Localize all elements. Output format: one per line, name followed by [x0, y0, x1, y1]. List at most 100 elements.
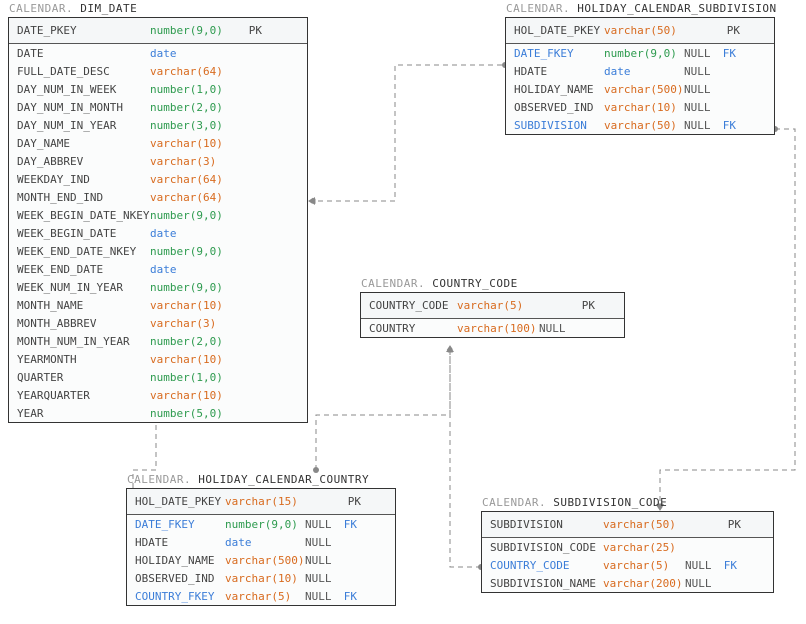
table-row: MONTH_ABBREVvarchar(3): [9, 314, 307, 332]
column-type: number(3,0): [150, 119, 240, 132]
column-name: SUBDIVISION_NAME: [490, 577, 603, 590]
column-null: NULL: [539, 322, 573, 335]
table-row: YEARQUARTERvarchar(10): [9, 386, 307, 404]
column-name: DAY_NUM_IN_YEAR: [17, 119, 150, 132]
table-hol-country: HOL_DATE_PKEY varchar(15) PK DATE_FKEYnu…: [126, 488, 396, 606]
column-null: NULL: [685, 559, 719, 572]
column-name: SUBDIVISION_CODE: [490, 541, 603, 554]
column-null: NULL: [684, 65, 718, 78]
table-row: WEEK_BEGIN_DATE_NKEYnumber(9,0): [9, 206, 307, 224]
column-name: DATE_FKEY: [514, 47, 604, 60]
column-name: HOLIDAY_NAME: [514, 83, 604, 96]
column-name: YEAR: [17, 407, 150, 420]
column-type: varchar(10): [604, 101, 684, 114]
column-type: varchar(5): [225, 590, 305, 603]
table-row: HOLIDAY_NAMEvarchar(500)NULL: [127, 551, 395, 569]
column-name: SUBDIVISION: [490, 518, 603, 531]
table-country-code: COUNTRY_CODE varchar(5) PK COUNTRYvarcha…: [360, 292, 625, 338]
column-name: MONTH_NUM_IN_YEAR: [17, 335, 150, 348]
table-body: COUNTRYvarchar(100)NULL: [361, 319, 624, 337]
column-name: WEEK_END_DATE_NKEY: [17, 245, 150, 258]
column-name: WEEKDAY_IND: [17, 173, 150, 186]
column-type: varchar(3): [150, 155, 240, 168]
table-row: FULL_DATE_DESCvarchar(64): [9, 62, 307, 80]
column-type: varchar(50): [603, 518, 685, 531]
column-type: date: [604, 65, 684, 78]
column-name: OBSERVED_IND: [135, 572, 225, 585]
column-name: WEEK_BEGIN_DATE_NKEY: [17, 209, 150, 222]
column-type: number(2,0): [150, 335, 240, 348]
table-row: WEEKDAY_INDvarchar(64): [9, 170, 307, 188]
column-null: NULL: [684, 101, 718, 114]
column-name: DAY_ABBREV: [17, 155, 150, 168]
column-key: PK: [573, 299, 595, 312]
table-title-dim-date: CALENDAR. DIM_DATE: [9, 2, 137, 15]
column-name: HOL_DATE_PKEY: [135, 495, 225, 508]
column-null: NULL: [305, 590, 339, 603]
column-type: varchar(200): [603, 577, 685, 590]
column-type: number(9,0): [150, 281, 240, 294]
column-type: number(9,0): [150, 209, 240, 222]
column-name: MONTH_NAME: [17, 299, 150, 312]
column-name: WEEK_BEGIN_DATE: [17, 227, 150, 240]
column-type: varchar(64): [150, 65, 240, 78]
column-null: NULL: [685, 577, 719, 590]
column-fk: FK: [718, 119, 736, 132]
table-row: SUBDIVISIONvarchar(50)NULLFK: [506, 116, 774, 134]
column-type: varchar(5): [603, 559, 685, 572]
table-row: OBSERVED_INDvarchar(10)NULL: [127, 569, 395, 587]
table-body: DATE_FKEYnumber(9,0)NULLFKHDATEdateNULLH…: [127, 515, 395, 605]
column-type: number(1,0): [150, 371, 240, 384]
table-row: COUNTRY_CODEvarchar(5)NULLFK: [482, 556, 773, 574]
table-row: DATE_FKEYnumber(9,0)NULLFK: [127, 515, 395, 533]
column-name: DAY_NUM_IN_WEEK: [17, 83, 150, 96]
column-null: NULL: [305, 536, 339, 549]
column-type: varchar(10): [150, 299, 240, 312]
column-null: NULL: [305, 518, 339, 531]
table-row: HOLIDAY_NAMEvarchar(500)NULL: [506, 80, 774, 98]
column-name: WEEK_NUM_IN_YEAR: [17, 281, 150, 294]
column-type: varchar(10): [150, 389, 240, 402]
column-type: varchar(3): [150, 317, 240, 330]
column-name: DAY_NAME: [17, 137, 150, 150]
table-row: YEARMONTHvarchar(10): [9, 350, 307, 368]
table-row: COUNTRY_FKEYvarchar(5)NULLFK: [127, 587, 395, 605]
table-row: MONTH_NAMEvarchar(10): [9, 296, 307, 314]
column-type: date: [225, 536, 305, 549]
table-row: SUBDIVISION_CODEvarchar(25): [482, 538, 773, 556]
table-row: QUARTERnumber(1,0): [9, 368, 307, 386]
column-type: varchar(100): [457, 322, 539, 335]
column-type: varchar(10): [150, 137, 240, 150]
column-type: varchar(500): [604, 83, 684, 96]
column-name: HDATE: [514, 65, 604, 78]
column-name: QUARTER: [17, 371, 150, 384]
column-null: NULL: [684, 83, 718, 96]
table-title-subdiv-code: CALENDAR. SUBDIVISION_CODE: [482, 496, 667, 509]
column-type: varchar(25): [603, 541, 685, 554]
column-name: SUBDIVISION: [514, 119, 604, 132]
column-name: HDATE: [135, 536, 225, 549]
column-type: number(9,0): [604, 47, 684, 60]
column-key: PK: [718, 24, 740, 37]
column-name: YEARQUARTER: [17, 389, 150, 402]
column-type: varchar(10): [150, 353, 240, 366]
column-name: COUNTRY: [369, 322, 457, 335]
table-row: DAY_NUM_IN_MONTHnumber(2,0): [9, 98, 307, 116]
column-null: NULL: [305, 554, 339, 567]
column-type: number(2,0): [150, 101, 240, 114]
table-title-country-code: CALENDAR. COUNTRY_CODE: [361, 277, 518, 290]
table-hol-sub: HOL_DATE_PKEY varchar(50) PK DATE_FKEYnu…: [505, 17, 775, 135]
table-subdiv-code: SUBDIVISION varchar(50) PK SUBDIVISION_C…: [481, 511, 774, 593]
table-row: DAY_ABBREVvarchar(3): [9, 152, 307, 170]
column-key: PK: [719, 518, 741, 531]
column-name: DATE: [17, 47, 150, 60]
column-type: varchar(10): [225, 572, 305, 585]
table-row: MONTH_END_INDvarchar(64): [9, 188, 307, 206]
table-body: SUBDIVISION_CODEvarchar(25)COUNTRY_CODEv…: [482, 538, 773, 592]
column-type: varchar(50): [604, 24, 684, 37]
column-type: number(9,0): [150, 24, 240, 37]
column-name: COUNTRY_FKEY: [135, 590, 225, 603]
column-type: varchar(64): [150, 173, 240, 186]
table-header: HOL_DATE_PKEY varchar(15) PK: [127, 489, 395, 515]
column-key: PK: [339, 495, 361, 508]
